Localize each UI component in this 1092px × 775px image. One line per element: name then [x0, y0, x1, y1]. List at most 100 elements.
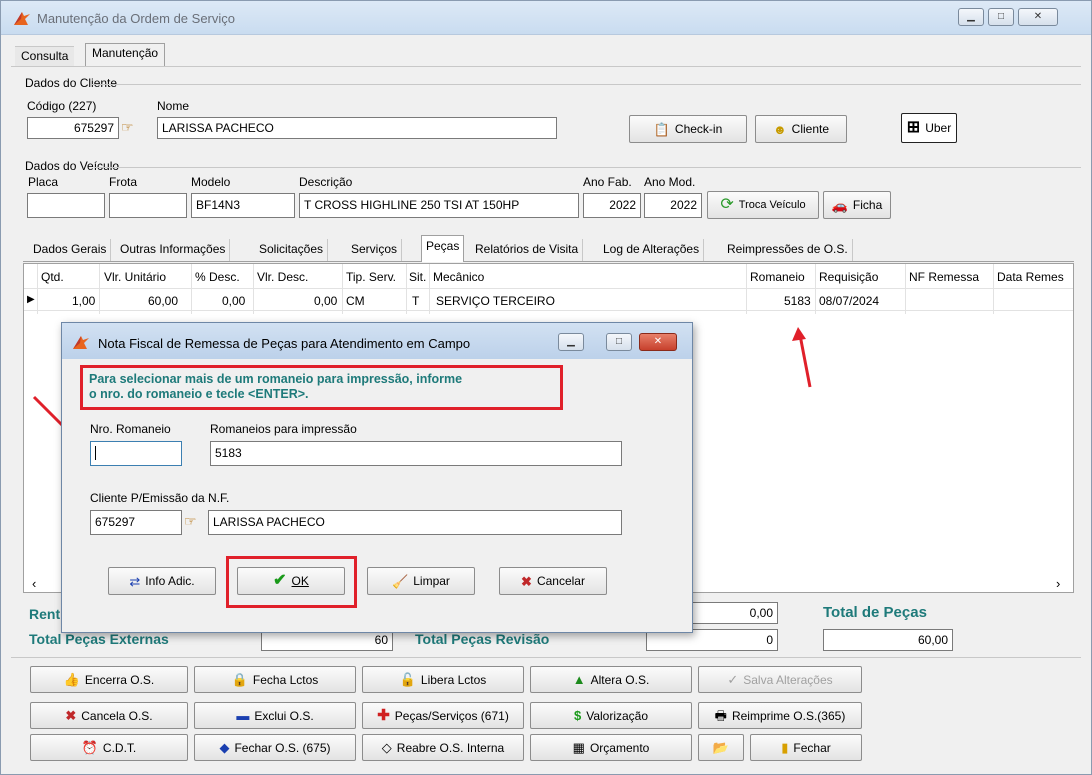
pecas-servicos-button[interactable]: ✚ Peças/Serviços (671) [362, 702, 524, 729]
cell-vdesc[interactable]: 0,00 [314, 294, 337, 308]
cdt-button[interactable]: ⏰ C.D.T. [30, 734, 188, 761]
cliente-nf-nome-field[interactable]: LARISSA PACHECO [208, 510, 622, 535]
ano-fab-field[interactable]: 2022 [583, 193, 641, 218]
col-vlr-unitario[interactable]: Vlr. Unitário [104, 270, 166, 284]
col-sit[interactable]: Sit. [409, 270, 426, 284]
nome-field[interactable]: LARISSA PACHECO [157, 117, 557, 139]
col-data-remessa[interactable]: Data Remes [997, 270, 1064, 284]
close-button[interactable]: ✕ [1018, 8, 1058, 26]
check-in-button[interactable]: 📋 Check-in [629, 115, 747, 143]
descricao-field[interactable]: T CROSS HIGHLINE 250 TSI AT 150HP [299, 193, 579, 218]
reabre-os-button[interactable]: ◇ Reabre O.S. Interna [362, 734, 524, 761]
dialog-minimize-button[interactable]: ▁ [558, 333, 584, 351]
col-mecanico[interactable]: Mecânico [433, 270, 484, 284]
group-cliente-label: Dados do Cliente [25, 76, 118, 90]
triangle-up-icon: ▲ [572, 672, 586, 687]
orcamento-button[interactable]: ▦ Orçamento [530, 734, 692, 761]
dollar-icon: $ [573, 708, 582, 723]
altera-os-button[interactable]: ▲ Altera O.S. [530, 666, 692, 693]
dialog-lookup-hand-icon[interactable]: ☞ [184, 513, 197, 530]
encerra-os-button[interactable]: 👍 Encerra O.S. [30, 666, 188, 693]
row-pointer-icon: ▶ [27, 294, 35, 305]
col-nf-remessa[interactable]: NF Remessa [909, 270, 979, 284]
fechar-button[interactable]: ▮ Fechar [750, 734, 862, 761]
cancel-x-icon: ✖ [521, 573, 532, 589]
cell-sit[interactable]: T [412, 294, 419, 308]
group-veiculo-label: Dados do Veículo [25, 159, 120, 173]
col-pct-desc[interactable]: % Desc. [195, 270, 240, 284]
total-pecas-field: 60,00 [823, 629, 953, 651]
dialog-close-button[interactable]: ✕ [639, 333, 677, 351]
nro-romaneio-field[interactable] [90, 441, 182, 466]
plus-icon: ✚ [377, 707, 390, 724]
codigo-field[interactable]: 675297 [27, 117, 119, 139]
broom-icon: 🧹 [392, 573, 409, 589]
limpar-button[interactable]: 🧹 Limpar [367, 567, 475, 595]
troca-veiculo-button[interactable]: ⟳ Troca Veículo [707, 191, 819, 219]
placa-field[interactable] [27, 193, 105, 218]
modelo-field[interactable]: BF14N3 [191, 193, 295, 218]
libera-lctos-button[interactable]: 🔓 Libera Lctos [362, 666, 524, 693]
exclui-os-button[interactable]: ▬ Exclui O.S. [194, 702, 356, 729]
dialog-maximize-button[interactable]: □ [606, 333, 632, 351]
cliente-button[interactable]: ☻ Cliente [755, 115, 847, 143]
cliente-nf-codigo-field[interactable]: 675297 [90, 510, 182, 535]
tab-dados-gerais[interactable]: Dados Gerais [29, 239, 112, 261]
uber-button[interactable]: ⊞ Uber [901, 113, 957, 143]
romaneios-field[interactable]: 5183 [210, 441, 622, 466]
salva-alteracoes-button[interactable]: ✓ Salva Alterações [698, 666, 862, 693]
tab-servicos[interactable]: Serviços [347, 239, 403, 261]
col-romaneio[interactable]: Romaneio [750, 270, 805, 284]
col-qtd[interactable]: Qtd. [41, 270, 64, 284]
minimize-button[interactable]: ▁ [958, 8, 984, 26]
scroll-left-icon[interactable]: ‹ [32, 576, 36, 591]
cell-unit[interactable]: 60,00 [148, 294, 178, 308]
reimprime-os-button[interactable]: 🖶 Reimprime O.S.(365) [698, 702, 862, 729]
tab-pecas[interactable]: Peças [421, 235, 465, 262]
col-requisicao[interactable]: Requisição [819, 270, 878, 284]
app-logo-icon [14, 12, 30, 25]
fecha-lctos-button[interactable]: 🔒 Fecha Lctos [194, 666, 356, 693]
total-revisao-label: Total Peças Revisão [415, 631, 550, 647]
frota-field[interactable] [109, 193, 187, 218]
cancela-os-button[interactable]: ✖ Cancela O.S. [30, 702, 188, 729]
tab-log-alteracoes[interactable]: Log de Alterações [599, 239, 705, 261]
cell-pdesc[interactable]: 0,00 [222, 294, 245, 308]
ok-button[interactable]: ✔ OK [237, 567, 345, 595]
printer-icon: 🖶 [714, 708, 727, 723]
check-icon: ✓ [727, 672, 739, 687]
valorizacao-button[interactable]: $ Valorização [530, 702, 692, 729]
cell-requisicao[interactable]: 08/07/2024 [819, 294, 879, 308]
nf-remessa-dialog: Nota Fiscal de Remessa de Peças para Ate… [61, 322, 693, 633]
ficha-button[interactable]: 🚗 Ficha [823, 191, 891, 219]
door-exit-icon: ▮ [781, 740, 789, 755]
col-tip-serv[interactable]: Tip. Serv. [346, 270, 396, 284]
tab-consulta[interactable]: Consulta [15, 46, 75, 66]
window-title: Manutenção da Ordem de Serviço [37, 11, 235, 26]
tab-outras-informacoes[interactable]: Outras Informações [116, 239, 231, 261]
tab-manutencao[interactable]: Manutenção [85, 43, 166, 67]
cell-qtd[interactable]: 1,00 [72, 294, 95, 308]
tab-reimpressoes[interactable]: Reimpressões de O.S. [723, 239, 853, 261]
car-icon: 🚗 [831, 197, 848, 213]
cancelar-button[interactable]: ✖ Cancelar [499, 567, 607, 595]
cell-romaneio[interactable]: 5183 [784, 294, 811, 308]
eraser-icon: ◇ [381, 740, 392, 755]
alarm-clock-icon: ⏰ [81, 740, 98, 755]
ano-mod-field[interactable]: 2022 [644, 193, 702, 218]
scroll-right-icon[interactable]: › [1056, 576, 1060, 591]
checkmark-icon: ✔ [273, 572, 287, 589]
maximize-button[interactable]: □ [988, 8, 1014, 26]
lookup-hand-icon[interactable]: ☞ [121, 119, 134, 136]
info-adic-button[interactable]: ⇄ Info Adic. [108, 567, 216, 595]
cell-tip[interactable]: CM [346, 294, 365, 308]
frota-label: Frota [109, 175, 138, 189]
open-folder-button[interactable]: 📂 [698, 734, 744, 761]
fechar-os-button[interactable]: ◆ Fechar O.S. (675) [194, 734, 356, 761]
descricao-label: Descrição [299, 175, 353, 189]
tab-solicitacoes[interactable]: Solicitações [255, 239, 329, 261]
tab-relatorios-visita[interactable]: Relatórios de Visita [471, 239, 584, 261]
col-vlr-desc[interactable]: Vlr. Desc. [257, 270, 308, 284]
codigo-label: Código (227) [27, 99, 97, 113]
cell-mecanico[interactable]: SERVIÇO TERCEIRO [436, 294, 555, 308]
